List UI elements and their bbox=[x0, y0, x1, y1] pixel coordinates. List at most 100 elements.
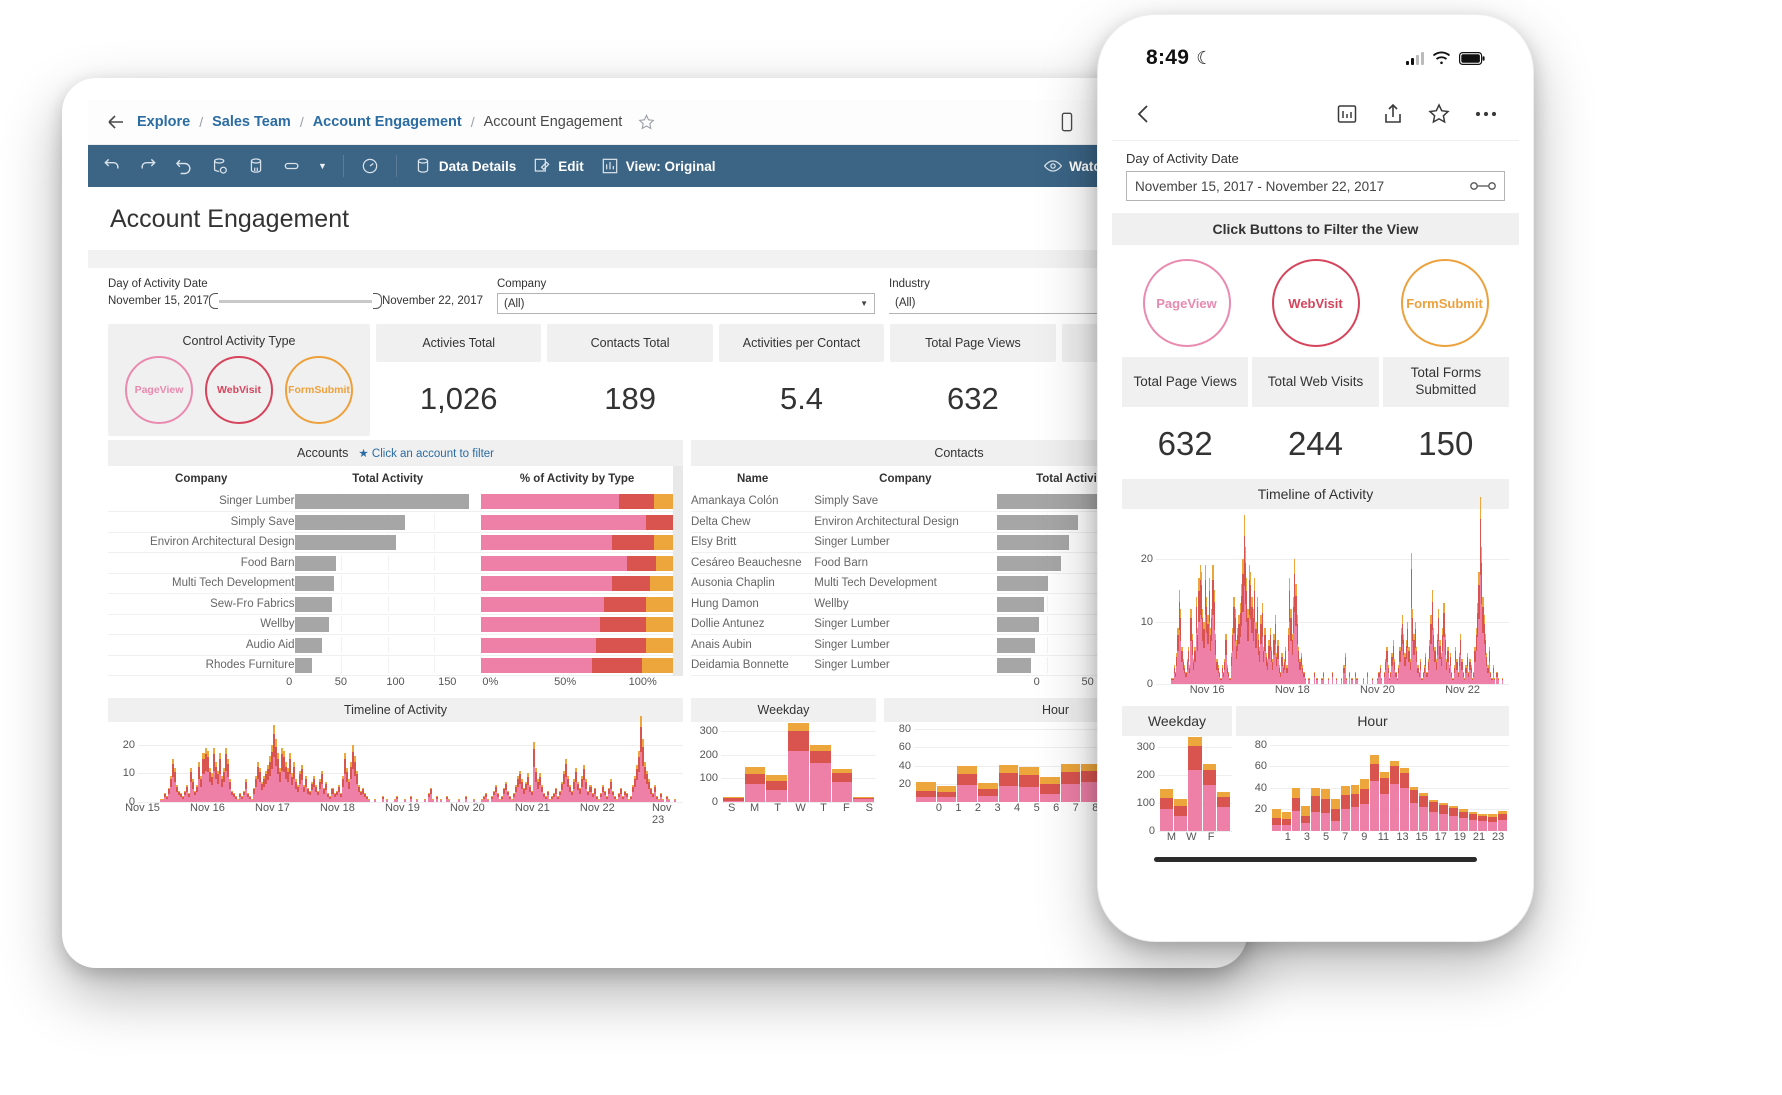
bar bbox=[1301, 806, 1310, 831]
phone-filter-button-formsubmit[interactable]: FormSubmit bbox=[1401, 259, 1489, 347]
cell-company: Singer Lumber bbox=[814, 532, 996, 553]
accounts-scrollbar[interactable] bbox=[673, 466, 683, 676]
x-tick: Nov 22 bbox=[580, 802, 615, 814]
accounts-hint[interactable]: ★ Click an account to filter bbox=[358, 446, 494, 460]
breadcrumb-workbook[interactable]: Account Engagement bbox=[313, 114, 462, 130]
phone-nav-actions bbox=[1335, 102, 1499, 126]
bar bbox=[1341, 786, 1350, 831]
flow-icon[interactable] bbox=[282, 156, 302, 176]
cell-pct-by-type bbox=[481, 573, 673, 594]
phone-filter-button-webvisit[interactable]: WebVisit bbox=[1272, 259, 1360, 347]
phone-scrollbar[interactable] bbox=[1154, 857, 1477, 862]
table-row[interactable]: Wellby bbox=[108, 614, 673, 635]
revert-icon[interactable] bbox=[174, 156, 194, 176]
y-tick: 100 bbox=[1137, 797, 1155, 809]
edit-button[interactable]: Edit bbox=[532, 156, 584, 176]
phone-bottom-heads: Weekday Hour bbox=[1112, 706, 1519, 736]
y-tick: 80 bbox=[899, 723, 911, 735]
phone-kpi-page-views-value-wrap: 632 bbox=[1122, 407, 1248, 473]
bar bbox=[957, 766, 977, 802]
x-tick: 2 bbox=[975, 802, 981, 814]
data-details-button[interactable]: Data Details bbox=[413, 156, 516, 176]
table-row[interactable]: Environ Architectural Design bbox=[108, 532, 673, 553]
phone-filter-button-pageview[interactable]: PageView bbox=[1143, 259, 1231, 347]
table-row[interactable]: Food Barn bbox=[108, 553, 673, 574]
view-data-icon[interactable] bbox=[1335, 102, 1359, 126]
cell-name: Amankaya Colón bbox=[691, 491, 814, 512]
column-header: Total Activity bbox=[295, 466, 482, 491]
date-range-slider[interactable]: November 15, 2017 November 22, 2017 bbox=[108, 293, 483, 309]
phone-hour-plot: 20406080 bbox=[1236, 736, 1509, 831]
breadcrumb-separator: / bbox=[471, 114, 475, 130]
chevron-left-icon[interactable] bbox=[1132, 102, 1156, 126]
bar bbox=[1400, 768, 1409, 831]
more-icon[interactable] bbox=[1473, 102, 1499, 126]
cell-pct-by-type bbox=[481, 594, 673, 615]
table-row[interactable]: Rhodes Furniture bbox=[108, 655, 673, 676]
range-track[interactable] bbox=[219, 300, 372, 303]
weekday-chart: Weekday 0100200300 SMTWTFS bbox=[691, 698, 876, 818]
kpi-label: Total Page Views bbox=[890, 324, 1055, 362]
cell-pct-by-type bbox=[481, 655, 673, 676]
y-tick: 20 bbox=[123, 739, 135, 751]
star-icon[interactable] bbox=[1427, 102, 1451, 126]
edit-label: Edit bbox=[558, 159, 584, 174]
range-slider-icon[interactable] bbox=[1470, 180, 1496, 192]
x-tick: 5 bbox=[1034, 802, 1040, 814]
cell-name: Delta Chew bbox=[691, 512, 814, 533]
timeline-chart: Timeline of Activity 01020 Nov 15Nov 16N… bbox=[108, 698, 683, 818]
refresh-data-icon[interactable] bbox=[210, 156, 230, 176]
x-tick: Nov 20 bbox=[450, 802, 485, 814]
cell-company: Singer Lumber bbox=[814, 635, 996, 656]
y-tick: 100 bbox=[700, 772, 718, 784]
range-handle-left[interactable] bbox=[209, 293, 218, 309]
performance-icon[interactable] bbox=[360, 156, 380, 176]
filter-button-webvisit[interactable]: WebVisit bbox=[205, 356, 273, 424]
back-arrow-icon[interactable] bbox=[104, 110, 128, 134]
redo-icon[interactable] bbox=[138, 156, 158, 176]
filter-button-formsubmit[interactable]: FormSubmit bbox=[285, 356, 353, 424]
kpi-value: 1,026 bbox=[376, 362, 541, 436]
x-tick: 7 bbox=[1073, 802, 1079, 814]
chevron-down-icon[interactable]: ▼ bbox=[318, 161, 327, 171]
table-row[interactable]: Sew-Fro Fabrics bbox=[108, 594, 673, 615]
filter-button-pageview[interactable]: PageView bbox=[125, 356, 193, 424]
column-header: Company bbox=[108, 466, 295, 491]
table-row[interactable]: Multi Tech Development bbox=[108, 573, 673, 594]
share-icon[interactable] bbox=[1381, 102, 1405, 126]
status-bar: 8:49 ☾ bbox=[1112, 29, 1519, 87]
range-handle-right[interactable] bbox=[373, 293, 382, 309]
y-tick: 10 bbox=[123, 767, 135, 779]
accounts-axis: 0501001500%50%100% bbox=[108, 676, 683, 692]
kpi-value: 632 bbox=[890, 362, 1055, 436]
x-tick: Nov 18 bbox=[320, 802, 355, 814]
bar bbox=[1429, 800, 1438, 831]
cell-pct-by-type bbox=[481, 491, 673, 512]
table-row[interactable]: Audio Aid bbox=[108, 635, 673, 656]
pause-data-icon[interactable] bbox=[246, 156, 266, 176]
y-tick: 20 bbox=[1141, 553, 1153, 565]
cell-pct-by-type bbox=[481, 635, 673, 656]
x-tick: W bbox=[1186, 831, 1196, 843]
phone-scroll-indicator[interactable] bbox=[1112, 851, 1519, 862]
bar bbox=[999, 765, 1019, 802]
y-tick: 20 bbox=[899, 778, 911, 790]
divider bbox=[396, 155, 397, 177]
phone-kpi-value: 150 bbox=[1383, 407, 1509, 473]
breadcrumb-explore[interactable]: Explore bbox=[137, 114, 190, 130]
y-tick: 40 bbox=[1255, 782, 1267, 794]
cell-company: Simply Save bbox=[814, 491, 996, 512]
eye-icon bbox=[1043, 156, 1063, 176]
view-button[interactable]: View: Original bbox=[600, 156, 716, 176]
undo-icon[interactable] bbox=[102, 156, 122, 176]
bar bbox=[1488, 814, 1497, 831]
breadcrumb-sales-team[interactable]: Sales Team bbox=[212, 114, 291, 130]
accounts-title: Accounts bbox=[297, 446, 348, 460]
accounts-body: CompanyTotal Activity% of Activity by Ty… bbox=[108, 466, 683, 676]
mobile-icon[interactable] bbox=[1056, 111, 1078, 133]
table-row[interactable]: Simply Save bbox=[108, 512, 673, 533]
star-icon[interactable] bbox=[637, 113, 656, 132]
phone-date-input[interactable]: November 15, 2017 - November 22, 2017 bbox=[1126, 171, 1505, 201]
table-row[interactable]: Singer Lumber bbox=[108, 491, 673, 512]
company-filter-select[interactable]: (All) ▼ bbox=[497, 293, 875, 314]
